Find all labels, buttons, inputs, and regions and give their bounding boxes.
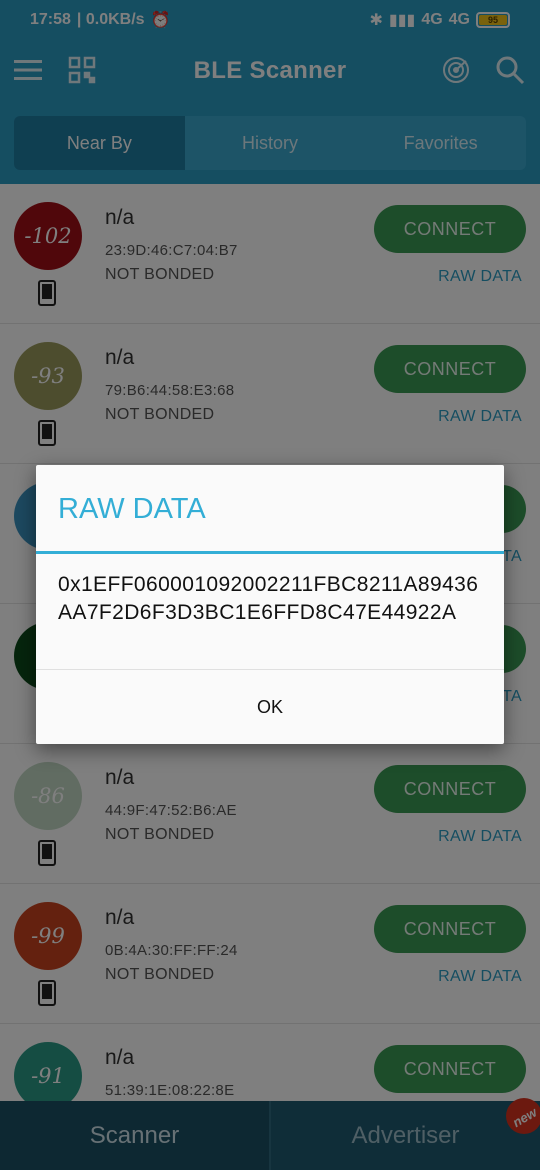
dialog-divider	[36, 551, 504, 554]
raw-data-dialog: RAW DATA 0x1EFF060001092002211FBC8211A89…	[36, 465, 504, 744]
ok-button[interactable]: OK	[36, 670, 504, 744]
raw-data-text: 0x1EFF060001092002211FBC8211A89436AA7F2D…	[58, 573, 479, 624]
dialog-title: RAW DATA	[58, 493, 206, 525]
